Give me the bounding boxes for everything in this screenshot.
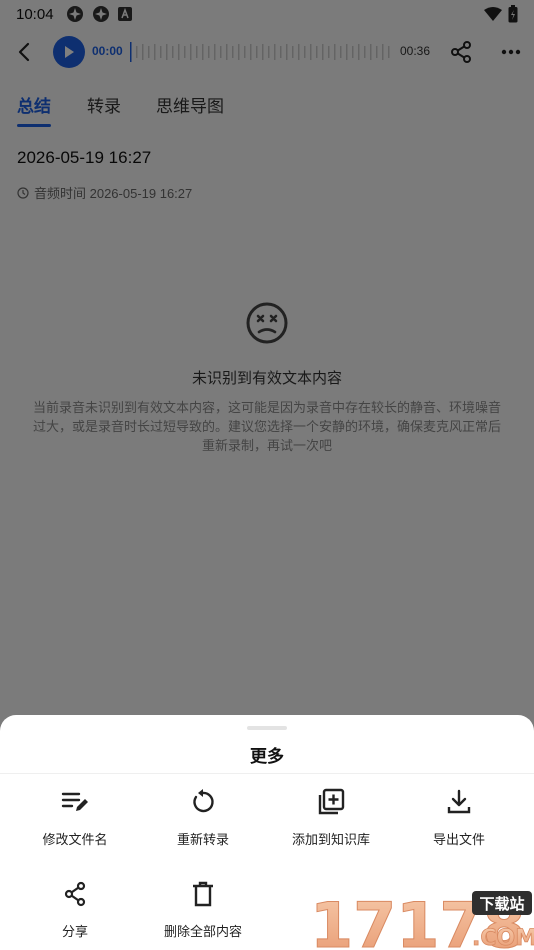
retranscribe-button[interactable]: 重新转录: [138, 787, 268, 857]
trash-icon: [193, 881, 213, 907]
site-watermark: 17178 下载站 .COM: [310, 889, 534, 950]
watermark-domain: .COM: [472, 926, 534, 950]
action-label: 重新转录: [176, 832, 229, 847]
divider: [0, 773, 534, 774]
delete-all-button[interactable]: 删除全部内容: [138, 879, 268, 949]
action-label: 修改文件名: [42, 832, 108, 847]
refresh-icon: [193, 789, 214, 813]
download-icon: [447, 789, 471, 814]
watermark-tag: 下载站: [479, 895, 524, 913]
action-label: 分享: [61, 924, 88, 939]
share-action-button[interactable]: 分享: [10, 879, 140, 949]
share-icon: [64, 881, 86, 907]
edit-list-icon: [61, 792, 88, 811]
rename-file-button[interactable]: 修改文件名: [10, 787, 140, 857]
add-to-knowledge-base-button[interactable]: 添加到知识库: [266, 787, 396, 857]
add-library-icon: [318, 788, 345, 815]
drag-handle[interactable]: [247, 726, 287, 730]
export-file-button[interactable]: 导出文件: [394, 787, 524, 857]
action-label: 删除全部内容: [163, 924, 242, 939]
action-label: 添加到知识库: [291, 832, 370, 847]
action-label: 导出文件: [432, 832, 485, 847]
sheet-title: 更多: [250, 747, 284, 766]
